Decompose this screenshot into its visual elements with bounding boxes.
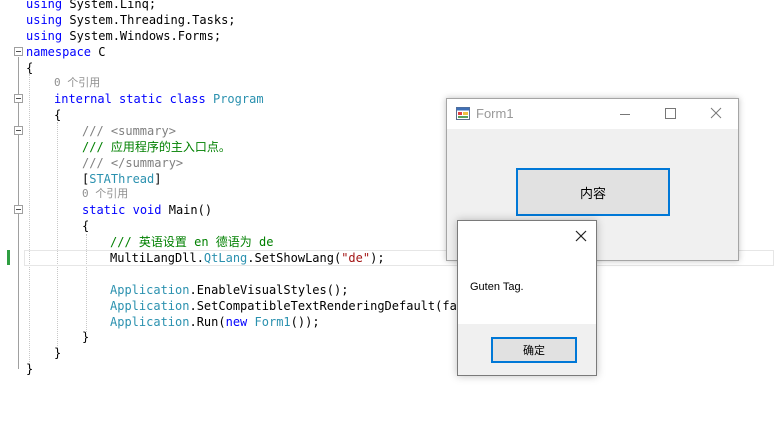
- code-line: using System.Linq;: [0, 0, 774, 12]
- message-box-close-button[interactable]: [567, 223, 595, 249]
- code-text: {: [82, 219, 90, 233]
- keyword: internal: [54, 92, 112, 106]
- code-text: .Run(: [189, 315, 226, 329]
- message-box: Guten Tag. 确定: [457, 220, 597, 376]
- minimize-button[interactable]: [602, 99, 647, 129]
- code-line: using System.Threading.Tasks;: [0, 12, 774, 28]
- comment-text: /// 英语设置 en 德语为 de: [110, 235, 274, 249]
- code-text: System.Threading.Tasks;: [62, 13, 236, 27]
- code-text: MultiLangDll.: [110, 251, 204, 265]
- code-line: }: [0, 345, 774, 361]
- doc-comment-tag: </summary>: [103, 156, 184, 170]
- code-text: {: [54, 108, 62, 122]
- keyword: namespace: [26, 45, 92, 59]
- close-icon: [710, 107, 722, 119]
- code-line: }: [0, 329, 774, 345]
- code-line: Application.EnableVisualStyles();: [0, 282, 774, 298]
- code-line: using System.Windows.Forms;: [0, 28, 774, 44]
- code-text: }: [26, 362, 34, 376]
- code-text: }: [82, 330, 90, 344]
- close-icon: [575, 230, 587, 242]
- code-text: C: [91, 45, 106, 59]
- code-text: ]: [154, 172, 162, 186]
- class-name: Program: [212, 92, 264, 106]
- code-text: .EnableVisualStyles();: [189, 283, 349, 297]
- code-text: System.Linq;: [62, 0, 157, 11]
- ok-button[interactable]: 确定: [491, 337, 577, 363]
- class-name: Application: [110, 315, 190, 329]
- maximize-button[interactable]: [647, 99, 692, 129]
- app-icon: [456, 107, 470, 120]
- content-button[interactable]: 内容: [516, 168, 670, 216]
- class-name: Application: [110, 283, 190, 297]
- code-text: }: [54, 346, 62, 360]
- keyword: static: [119, 92, 163, 106]
- reference-count-link[interactable]: 0 个引用: [82, 186, 128, 202]
- keyword: void: [132, 203, 162, 217]
- keyword: using: [26, 0, 63, 11]
- message-text: Guten Tag.: [470, 281, 524, 293]
- code-text: Main(): [161, 203, 213, 217]
- code-line: Application.Run(new Form1());: [0, 314, 774, 330]
- code-line: {: [0, 60, 774, 76]
- class-name: Form1: [254, 315, 291, 329]
- class-name: QtLang: [203, 251, 248, 265]
- doc-comment-prefix: ///: [82, 124, 104, 138]
- message-box-footer: 确定: [458, 324, 596, 375]
- title-bar[interactable]: Form1: [447, 99, 738, 129]
- minimize-icon: [620, 114, 630, 115]
- string-literal: "de": [341, 251, 371, 265]
- code-line: namespace C: [0, 44, 774, 60]
- code-text: );: [370, 251, 385, 265]
- code-line: Application.SetCompatibleTextRenderingDe…: [0, 298, 774, 314]
- reference-count-link[interactable]: 0 个引用: [54, 75, 100, 91]
- code-text: System.Windows.Forms;: [62, 29, 222, 43]
- keyword: new: [225, 315, 248, 329]
- codelens-line: 0 个引用: [0, 75, 774, 91]
- code-text: ());: [290, 315, 320, 329]
- code-text: .SetShowLang(: [247, 251, 342, 265]
- keyword: using: [26, 29, 63, 43]
- code-line: }: [0, 361, 774, 377]
- window-title: Form1: [476, 106, 514, 121]
- comment-text: /// 应用程序的主入口点。: [82, 140, 231, 154]
- close-button[interactable]: [693, 99, 738, 129]
- code-text: {: [26, 61, 34, 75]
- keyword: class: [169, 92, 206, 106]
- doc-comment-prefix: ///: [82, 156, 104, 170]
- doc-comment-tag: <summary>: [103, 124, 176, 138]
- class-name: Application: [110, 299, 190, 313]
- code-text: .SetCompatibleTextRenderingDefault(fals: [189, 299, 472, 313]
- maximize-icon: [665, 108, 676, 119]
- keyword: static: [82, 203, 126, 217]
- keyword: using: [26, 13, 63, 27]
- attribute-name: STAThread: [89, 172, 155, 186]
